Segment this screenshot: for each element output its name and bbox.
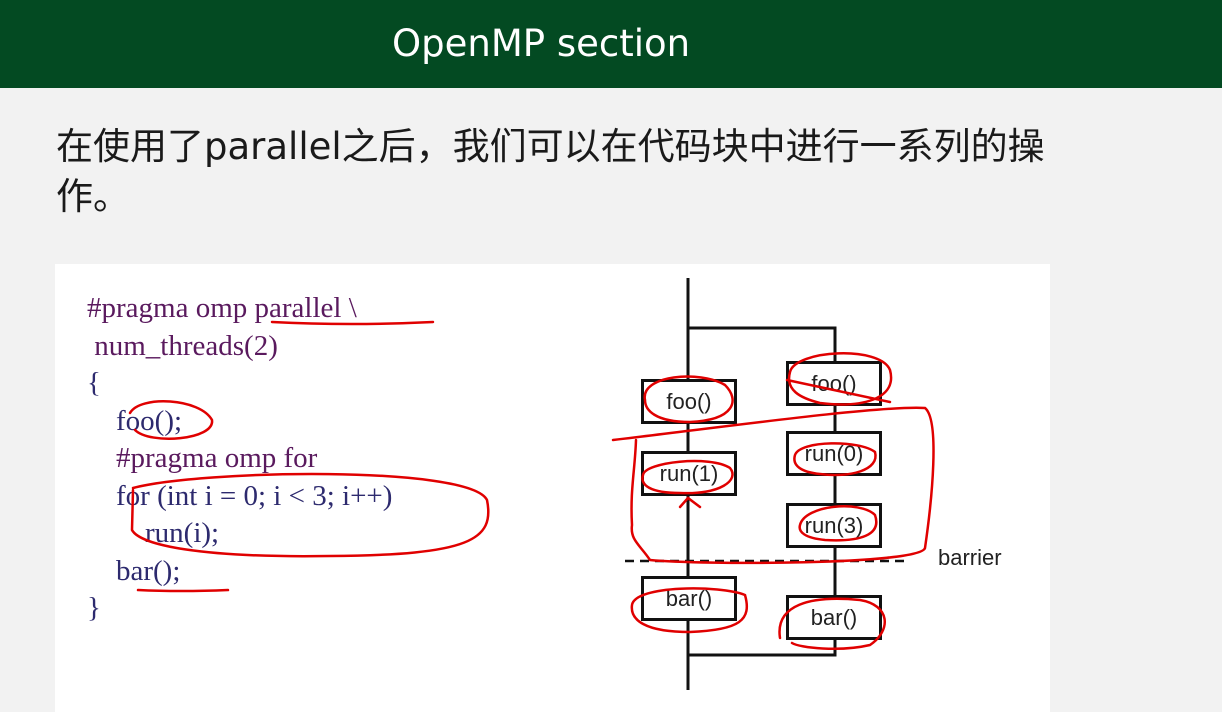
red-annotations (128, 320, 935, 650)
